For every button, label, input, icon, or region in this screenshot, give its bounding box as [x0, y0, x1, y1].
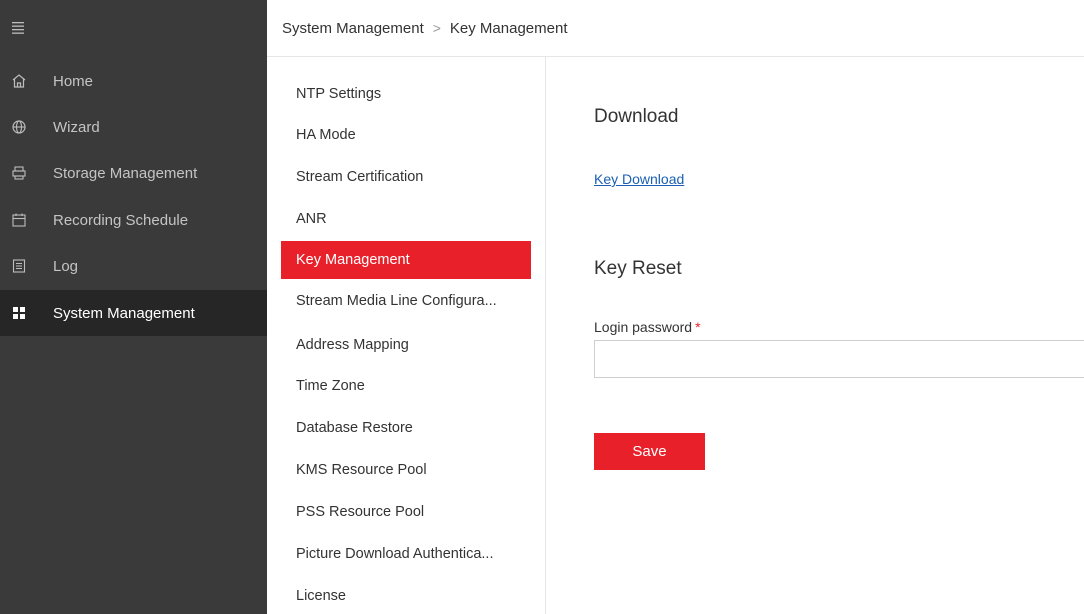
submenu-item-database-restore[interactable]: Database Restore	[281, 409, 531, 447]
main-nav: Home Wizard Storage Management Recording…	[0, 0, 267, 614]
nav-item-label: System Management	[53, 304, 195, 322]
login-password-label-text: Login password	[594, 319, 693, 335]
settings-submenu: NTP Settings HA Mode Stream Certificatio…	[267, 57, 546, 614]
save-button[interactable]: Save	[594, 433, 705, 470]
submenu-item-stream-media-line[interactable]: Stream Media Line Configura...	[281, 282, 531, 320]
submenu-item-kms-resource-pool[interactable]: KMS Resource Pool	[281, 451, 531, 489]
submenu-item-anr[interactable]: ANR	[281, 200, 531, 238]
nav-item-storage-management[interactable]: Storage Management	[0, 150, 267, 196]
breadcrumb-current: Key Management	[449, 19, 568, 37]
submenu-item-address-mapping[interactable]: Address Mapping	[281, 326, 531, 364]
submenu-item-picture-download-auth[interactable]: Picture Download Authentica...	[281, 535, 531, 573]
required-mark: *	[695, 319, 701, 335]
nav-item-label: Wizard	[53, 118, 100, 136]
key-download-link[interactable]: Key Download	[594, 171, 684, 187]
globe-icon	[11, 119, 27, 135]
login-password-input[interactable]	[594, 340, 1084, 378]
breadcrumb-parent[interactable]: System Management	[282, 20, 424, 37]
submenu-item-stream-certification[interactable]: Stream Certification	[281, 158, 531, 196]
submenu-item-pss-resource-pool[interactable]: PSS Resource Pool	[281, 493, 531, 531]
submenu-item-ha-mode[interactable]: HA Mode	[281, 116, 531, 154]
home-icon	[11, 73, 27, 89]
nav-item-label: Log	[53, 257, 79, 275]
nav-item-log[interactable]: Log	[0, 243, 267, 289]
grid-icon	[11, 305, 27, 321]
login-password-label: Login password *	[594, 319, 701, 335]
submenu-item-license[interactable]: License	[281, 577, 531, 614]
submenu-item-key-management[interactable]: Key Management	[281, 241, 531, 279]
calendar-icon	[11, 212, 27, 228]
storage-icon	[11, 165, 27, 181]
key-reset-section-title: Key Reset	[594, 258, 682, 279]
breadcrumb-separator: >	[432, 20, 441, 36]
nav-item-label: Storage Management	[53, 164, 198, 182]
nav-item-home[interactable]: Home	[0, 58, 267, 104]
nav-item-recording-schedule[interactable]: Recording Schedule	[0, 197, 267, 243]
nav-item-system-management[interactable]: System Management	[0, 290, 267, 336]
key-management-panel: Download Key Download Key Reset Login pa…	[546, 57, 1084, 614]
log-icon	[11, 258, 27, 274]
nav-item-label: Recording Schedule	[53, 211, 189, 229]
download-section-title: Download	[594, 106, 679, 127]
submenu-item-time-zone[interactable]: Time Zone	[281, 367, 531, 405]
breadcrumb: System Management > Key Management	[267, 0, 1084, 57]
nav-item-wizard[interactable]: Wizard	[0, 104, 267, 150]
hamburger-icon[interactable]	[12, 22, 24, 34]
submenu-item-ntp-settings[interactable]: NTP Settings	[281, 75, 531, 113]
nav-item-label: Home	[53, 72, 94, 90]
